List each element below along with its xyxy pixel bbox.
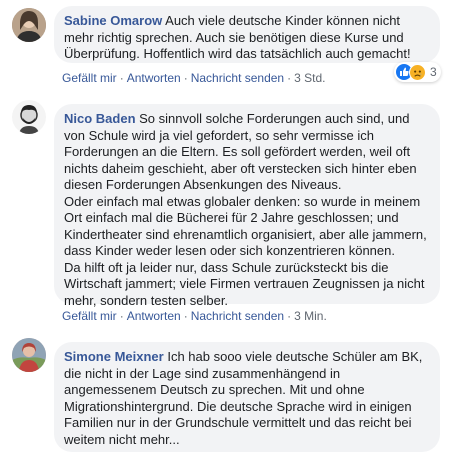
like-link[interactable]: Gefällt mir [62, 71, 117, 85]
send-message-link[interactable]: Nachricht senden [191, 309, 284, 323]
separator: · [119, 309, 124, 323]
send-message-link[interactable]: Nachricht senden [191, 71, 284, 85]
comment-text-line: Wirtschaft jammert; viele Firmen vertrau… [64, 276, 425, 291]
comment-bubble: Nico Baden So sinnvoll solche Forderunge… [54, 104, 440, 308]
comment-text-line: Überprüfung. Hoffentlich wird das tatsäc… [64, 46, 411, 61]
comment-text-line: Migrationshintergrund. Die deutsche Spra… [64, 398, 412, 414]
comment-text-line: Auch viele deutsche Kinder können nicht [165, 13, 401, 28]
comment-text-line: So sinnvoll solche Forderungen auch sind… [139, 111, 410, 126]
comment-text-line: die nicht in der Lage sind zusammenhänge… [64, 365, 341, 381]
comment-text-line: Ich hab sooo viele deutsche Schüler am B… [167, 349, 423, 364]
comment-text-line: angemessenem Deutsch zu sprechen. Mit un… [64, 382, 365, 397]
author-name[interactable]: Sabine Omarow [64, 13, 162, 28]
like-link[interactable]: Gefällt mir [62, 309, 117, 323]
reply-link[interactable]: Antworten [127, 71, 181, 85]
separator: · [287, 309, 292, 323]
timestamp[interactable]: 3 Min. [294, 309, 327, 323]
comment-text-line: nichts daheim geschieht, aber oft verste… [64, 160, 417, 176]
comment-bubble: Sabine Omarow Auch viele deutsche Kinder… [54, 6, 440, 63]
reply-link[interactable]: Antworten [127, 309, 181, 323]
reaction-count: 3 [430, 65, 437, 79]
comment-text-line: diesen Forderungen Absenkungen des Nivea… [64, 177, 342, 192]
sad-icon [409, 63, 426, 81]
comment-text-line: Kindertheater sind ehrenamtlich organisi… [64, 226, 427, 242]
timestamp[interactable]: 3 Std. [294, 71, 325, 85]
author-name[interactable]: Nico Baden [64, 111, 136, 126]
avatar[interactable] [12, 338, 46, 372]
author-name[interactable]: Simone Meixner [64, 349, 164, 364]
comment-text-line: dass Kinder weder lesen oder sich konzen… [64, 243, 395, 258]
reaction-summary[interactable]: 3 [394, 62, 441, 82]
separator: · [119, 71, 124, 85]
comment-text-line: Oder einfach mal etwas globaler denken: … [64, 193, 421, 209]
comment-text-line: Da hilft oft ja leider nur, dass Schule … [64, 259, 389, 275]
separator: · [183, 71, 188, 85]
comment-text-line: Forderungen an die Eltern. Es soll geför… [64, 144, 411, 159]
comment-text-line: mehr, sondern testen selber. [64, 292, 229, 308]
comment-bubble: Simone Meixner Ich hab sooo viele deutsc… [54, 342, 440, 452]
separator: · [183, 309, 188, 323]
avatar[interactable] [12, 100, 46, 134]
comment-actions: Gefällt mir · Antworten · Nachricht senden · 3… [62, 309, 327, 323]
comment-text-line: Familien nur in der Grundschule vermitte… [64, 415, 412, 430]
separator: · [287, 71, 292, 85]
comment-actions: Gefällt mir · Antworten · Nachricht senden · 3… [62, 71, 325, 85]
comment-text-line: mehr richtig sprechen. Auch sie benötige… [64, 29, 404, 45]
comment-text-line: von Schule wird ja viel gefordert, so se… [64, 127, 374, 143]
comment-text-line: Ort einfach mal die Bücherei für 2 Jahre… [64, 210, 399, 225]
avatar[interactable] [12, 8, 46, 42]
